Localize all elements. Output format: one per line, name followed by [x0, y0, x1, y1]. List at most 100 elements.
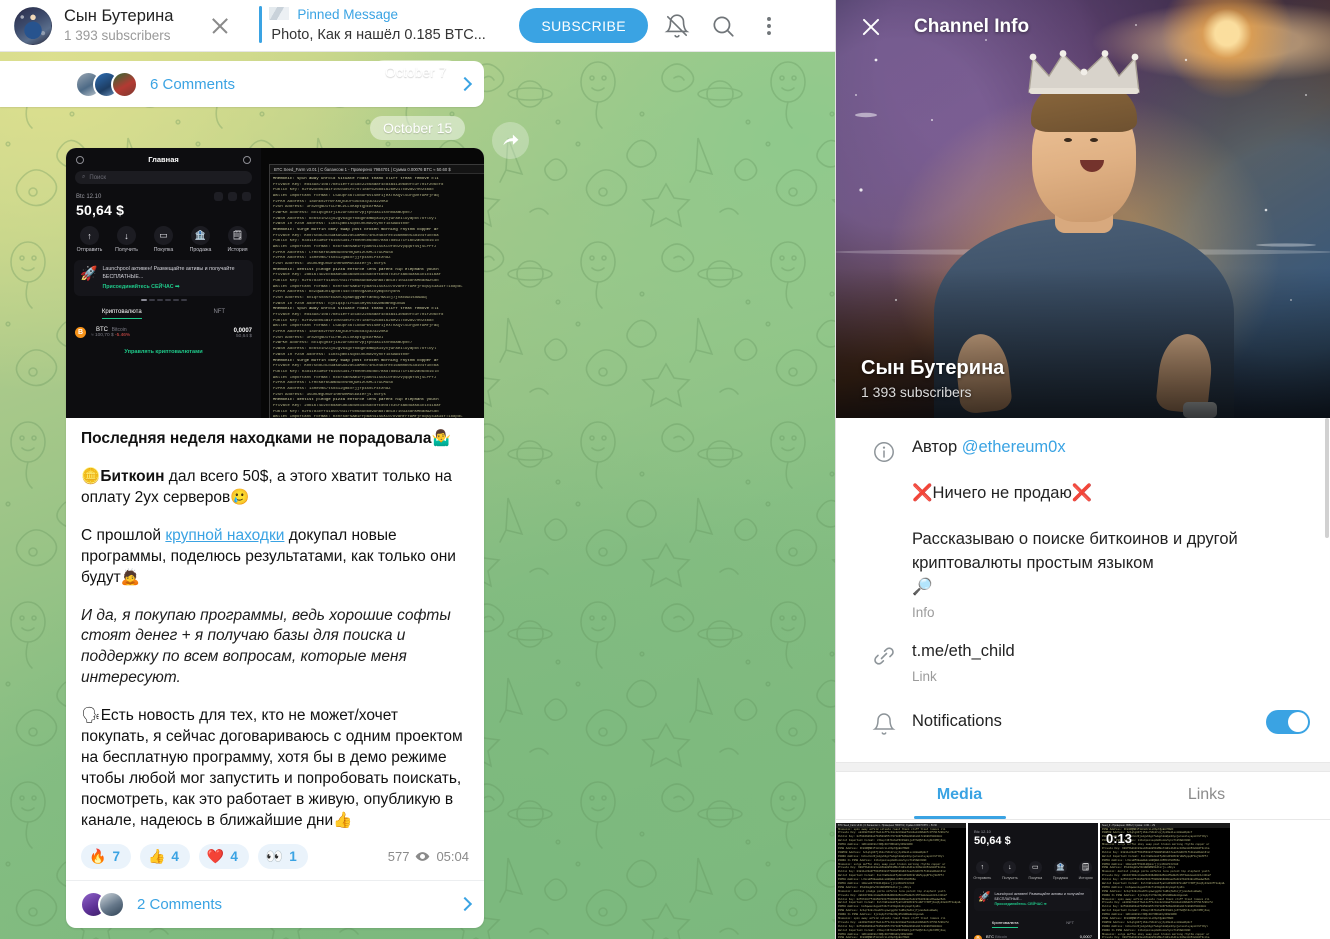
action-label: Продажа — [189, 247, 212, 253]
channel-link-value[interactable]: t.me/eth_child — [912, 640, 1310, 664]
action-label: Отправить — [76, 247, 103, 253]
info-row-about[interactable]: Автор @ethereum0x ❌Ничего не продаю❌ Рас… — [836, 426, 1330, 630]
share-button[interactable] — [492, 122, 529, 159]
para5-emoji: 🗣 — [81, 707, 101, 725]
media-tile-wallet[interactable]: Btc 12.10 50,64 $ ↑ Отправить ↓ Получить ▭… — [968, 822, 1098, 939]
wallet-tabs: Криптовалюта NFT — [66, 309, 261, 319]
info-subscriber-count: 1 393 subscribers — [861, 384, 972, 400]
link-label: Link — [912, 668, 937, 684]
post-inline-link[interactable]: крупной находки — [165, 527, 284, 544]
info-row-notifications[interactable]: Notifications — [836, 694, 1330, 754]
reaction-thumbsup[interactable]: 👍 4 — [139, 843, 190, 869]
channel-subscriber-count: 1 393 subscribers — [64, 28, 171, 44]
para2-emoji: 🪙 — [81, 467, 101, 485]
pinned-message[interactable]: Pinned Message Photo, Как я нашёл 0.185 … — [259, 6, 505, 44]
promo-text: Launchpool активен! Размещайте активы и … — [102, 266, 235, 280]
comments-bar-current-post[interactable]: 2 Comments — [66, 879, 484, 928]
info-panel-scrollbar[interactable] — [1325, 418, 1329, 538]
chat-message-list[interactable]: 6 Comments October 7 October 15 Главная … — [0, 52, 835, 939]
para5-text: Есть новость для тех, кто не может/хочет… — [81, 707, 463, 829]
share-arrow-icon — [503, 134, 519, 146]
coin-amount: 0,0007 — [233, 327, 252, 334]
video-duration-badge: 0:13 — [1106, 830, 1133, 846]
wallet-action-receive: ↓ Получить — [110, 226, 144, 253]
reaction-count: 4 — [171, 848, 179, 864]
coin-value: 50,64 $ — [235, 333, 252, 339]
promo-cta: Присоединяйтесь СЕЙЧАС ➡ — [102, 284, 180, 291]
author-handle[interactable]: @ethereum0x — [962, 438, 1066, 456]
post-paragraph-1: Последняя неделя находками не порадовала… — [81, 429, 469, 450]
tab-links[interactable]: Links — [1083, 772, 1330, 819]
bell-muted-icon[interactable] — [664, 13, 690, 39]
info-row-link[interactable]: t.me/eth_child Link — [836, 630, 1330, 694]
thumbsup-icon: 👍 — [147, 848, 166, 865]
terminal-line: Private Key: 2db1674D2ccbdad5db36dD034d5… — [838, 893, 947, 897]
date-separator: October 15 — [370, 116, 466, 140]
avatar — [98, 890, 125, 918]
media-tile-terminal-lines: Mnemonic: spin away unfold situate roast… — [836, 828, 966, 939]
media-grid: BTC Seed_Farm v3.01 | С балансом 1 - Про… — [836, 820, 1330, 939]
action-label: Получить — [115, 247, 138, 253]
no-sell-text: Ничего не продаю — [932, 483, 1072, 502]
coin-change: -5.46% — [114, 333, 131, 339]
channel-post[interactable]: Главная ⌕ Поиск Btc 12.10 50,64 $ ↑ Отпр… — [66, 148, 484, 928]
search-icon[interactable] — [710, 13, 736, 39]
post-media-group[interactable]: Главная ⌕ Поиск Btc 12.10 50,64 $ ↑ Отпр… — [66, 148, 484, 418]
wallet-screen-title: Главная — [148, 155, 179, 164]
eyes-icon: 👀 — [265, 848, 284, 865]
comments-count-label: 2 Comments — [137, 895, 223, 913]
close-chat-icon[interactable] — [203, 9, 237, 43]
reaction-eyes[interactable]: 👀 1 — [257, 843, 308, 869]
carousel-dots — [66, 299, 261, 301]
notifications-toggle[interactable] — [1266, 709, 1310, 734]
info-link-body: t.me/eth_child Link — [912, 640, 1310, 684]
no-sell-line: ❌Ничего не продаю❌ — [912, 482, 1310, 506]
close-info-panel-icon[interactable] — [860, 16, 882, 38]
tab-media[interactable]: Media — [836, 772, 1083, 819]
para2-emoji-end: 🥲 — [230, 488, 250, 506]
reaction-heart[interactable]: ❤️ 4 — [198, 843, 249, 869]
link-icon — [856, 640, 912, 684]
terminal-output: Mnemonic: spin away unfold situate roast… — [270, 174, 484, 418]
info-label: Info — [912, 604, 935, 620]
para1-emoji: 🤷‍♂️ — [431, 430, 451, 447]
action-label: Покупка — [153, 247, 174, 253]
post-paragraph-2: 🪙Биткоин дал всего 50$, а этого хватит т… — [81, 467, 469, 509]
notifications-label: Notifications — [912, 711, 1002, 730]
post-time: 05:04 — [436, 848, 469, 864]
subscribe-button[interactable]: SUBSCRIBE — [519, 8, 648, 43]
channel-title-block[interactable]: Сын Бутерина 1 393 subscribers — [64, 7, 173, 44]
info-rows: Автор @ethereum0x ❌Ничего не продаю❌ Рас… — [836, 418, 1330, 754]
reaction-fire[interactable]: 🔥 7 — [81, 843, 131, 869]
post-meta: 577 05:04 — [388, 849, 469, 864]
tile-balance: 50,64 $ — [974, 834, 1011, 847]
eye-left — [1063, 138, 1072, 142]
channel-hero-image[interactable]: Channel Info Сын Бутерина 1 393 subscrib… — [836, 0, 1330, 418]
media-links-tabs: Media Links — [836, 772, 1330, 820]
rocket-icon: 🚀 — [80, 265, 98, 281]
action-label: История — [227, 247, 248, 253]
post-paragraph-4: И да, я покупаю программы, ведь хорошие … — [81, 606, 469, 690]
media-tile-terminal[interactable]: BTC Seed_Farm v3.01 | С балансом 1 - Про… — [836, 822, 966, 939]
reaction-bar: 🔥 7 👍 4 ❤️ 4 👀 1 577 05:04 — [66, 842, 484, 880]
terminal-screenshot[interactable]: BTC Seed_Farm v3.01 | С балансом 1 - Про… — [261, 148, 484, 418]
media-tile-video[interactable]: Seed_F - Проверено: 99512 | Сумма: 1.001… — [1100, 822, 1230, 939]
view-count: 577 — [387, 848, 410, 864]
info-channel-name: Сын Бутерина — [861, 357, 1005, 379]
heart-icon: ❤️ — [206, 848, 225, 865]
channel-name: Сын Бутерина — [64, 6, 174, 25]
para1-bold: Последняя неделя находками не порадовала — [81, 430, 432, 447]
info-about-body: Автор @ethereum0x ❌Ничего не продаю❌ Рас… — [912, 436, 1310, 620]
info-circle-icon — [856, 436, 912, 620]
more-vertical-icon[interactable] — [756, 13, 782, 39]
channel-info-panel: Channel Info Сын Бутерина 1 393 subscrib… — [835, 0, 1330, 939]
header-icon-group — [664, 13, 782, 39]
pinned-message-text: Photo, Как я нашёл 0.185 BTC... — [271, 26, 486, 43]
gear-icon — [76, 155, 84, 164]
chevron-right-icon — [457, 897, 473, 912]
wallet-action-buy: ▭ Покупка — [147, 226, 181, 253]
para3-before: С прошлой — [81, 526, 166, 544]
wallet-app-screenshot[interactable]: Главная ⌕ Поиск Btc 12.10 50,64 $ ↑ Отпр… — [66, 148, 261, 418]
bell-icon — [856, 708, 912, 736]
channel-avatar[interactable] — [14, 6, 52, 45]
